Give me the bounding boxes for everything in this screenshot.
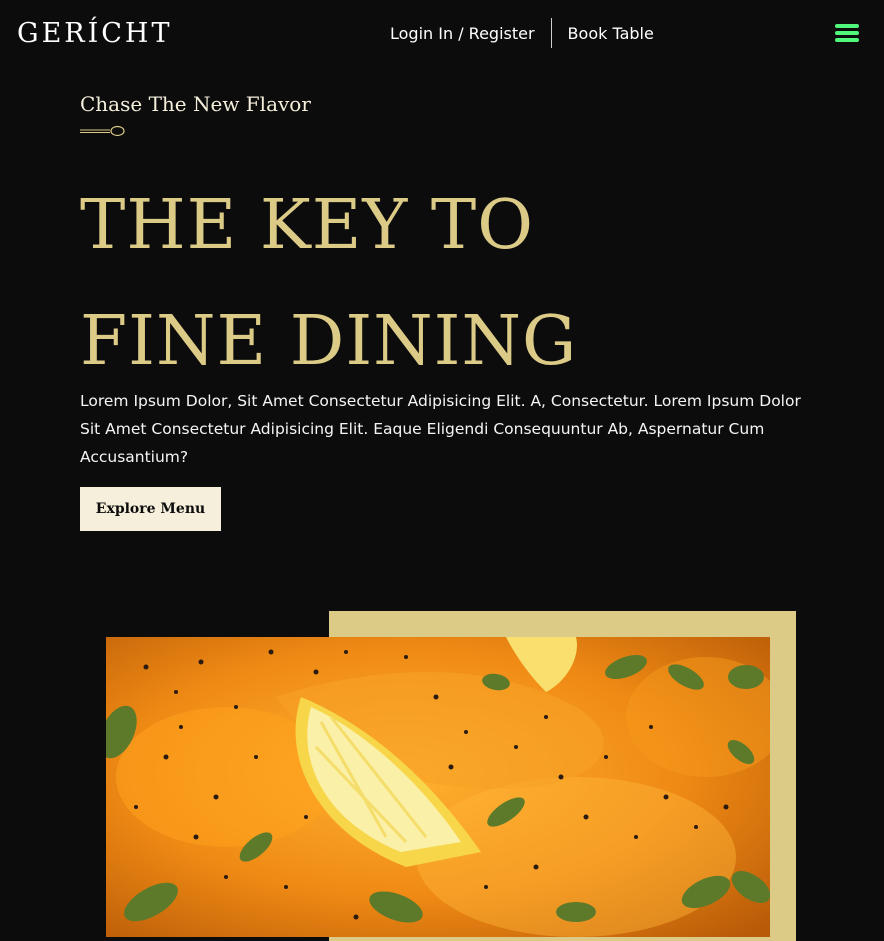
login-register-link[interactable]: Login In / Register [390, 24, 535, 43]
spoon-icon [80, 125, 125, 137]
nav-links: Login In / Register Book Table [390, 18, 654, 48]
hero-subtitle: Chase The New Flavor [80, 92, 311, 116]
hamburger-icon[interactable] [835, 24, 859, 44]
navbar: GERÍCHT Login In / Register Book Table [0, 0, 884, 68]
hero-heading: THE KEY TO FINE DINING [80, 168, 577, 400]
hero-heading-line-2: FINE DINING [80, 302, 578, 381]
explore-menu-button[interactable]: Explore Menu [80, 487, 221, 531]
hero-heading-line-1: THE KEY TO [80, 186, 534, 265]
nav-divider [550, 18, 552, 48]
book-table-link[interactable]: Book Table [568, 24, 654, 43]
logo[interactable]: GERÍCHT [17, 17, 173, 51]
food-dish-image [106, 637, 770, 937]
hero-description: Lorem Ipsum Dolor, Sit Amet Consectetur … [80, 392, 801, 466]
food-illustration [106, 637, 770, 937]
